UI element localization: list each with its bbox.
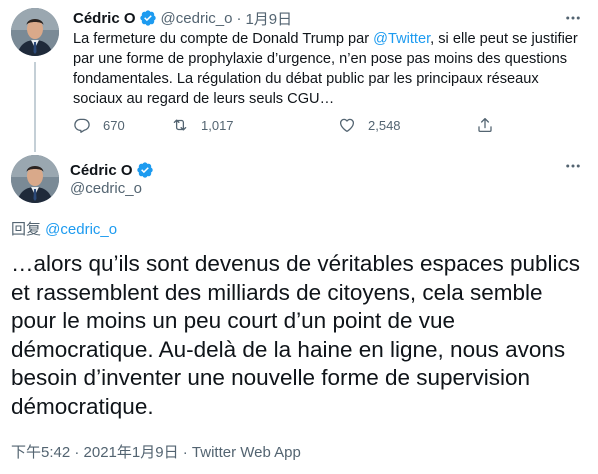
share-button[interactable] — [476, 114, 494, 136]
like-count: 2,548 — [368, 117, 401, 133]
more-options-icon[interactable] — [563, 8, 583, 28]
verified-badge-icon — [139, 9, 157, 27]
author-name[interactable]: Cédric O — [70, 162, 133, 179]
retweet-count: 1,017 — [201, 117, 234, 133]
separator-dot: · — [236, 9, 242, 27]
tweet-date[interactable]: 1月9日 — [245, 8, 292, 29]
replying-to-link[interactable]: @cedric_o — [45, 221, 117, 238]
main-tweet-text: …alors qu’ils sont devenus de véritables… — [11, 251, 581, 419]
reply-count: 670 — [103, 117, 125, 133]
author-name[interactable]: Cédric O — [73, 10, 136, 27]
author-handle[interactable]: @cedric_o — [70, 180, 142, 197]
parent-tweet-text: La fermeture du compte de Donald Trump p… — [73, 29, 583, 109]
avatar[interactable] — [11, 8, 59, 56]
reply-button[interactable]: 670 — [73, 114, 125, 136]
main-tweet-header: Cédric O — [70, 160, 154, 180]
retweet-icon — [173, 119, 187, 131]
mention-link[interactable]: @Twitter — [373, 31, 430, 47]
retweet-button[interactable]: 1,017 — [171, 114, 234, 136]
tweet-timestamp[interactable]: 下午5:42 · 2021年1月9日 · Twitter Web App — [11, 441, 301, 462]
tweet-actions-bar: 670 1,017 2,548 — [73, 114, 503, 136]
author-handle[interactable]: @cedric_o — [161, 10, 233, 27]
avatar[interactable] — [11, 155, 59, 203]
parent-tweet-header: Cédric O @cedric_o · 1月9日 — [73, 8, 292, 28]
replying-to: 回复 @cedric_o — [11, 218, 117, 239]
share-icon — [478, 117, 492, 133]
replying-prefix: 回复 — [11, 221, 46, 238]
thread-connector-line — [34, 62, 36, 152]
parent-tweet[interactable]: Cédric O @cedric_o · 1月9日 La fermeture d… — [0, 0, 598, 152]
like-icon — [339, 118, 355, 133]
reply-icon — [74, 118, 90, 133]
verified-badge-icon — [136, 161, 154, 179]
more-options-icon[interactable] — [563, 156, 583, 176]
tweet-text-part: La fermeture du compte de Donald Trump p… — [73, 31, 374, 47]
like-button[interactable]: 2,548 — [338, 114, 401, 136]
